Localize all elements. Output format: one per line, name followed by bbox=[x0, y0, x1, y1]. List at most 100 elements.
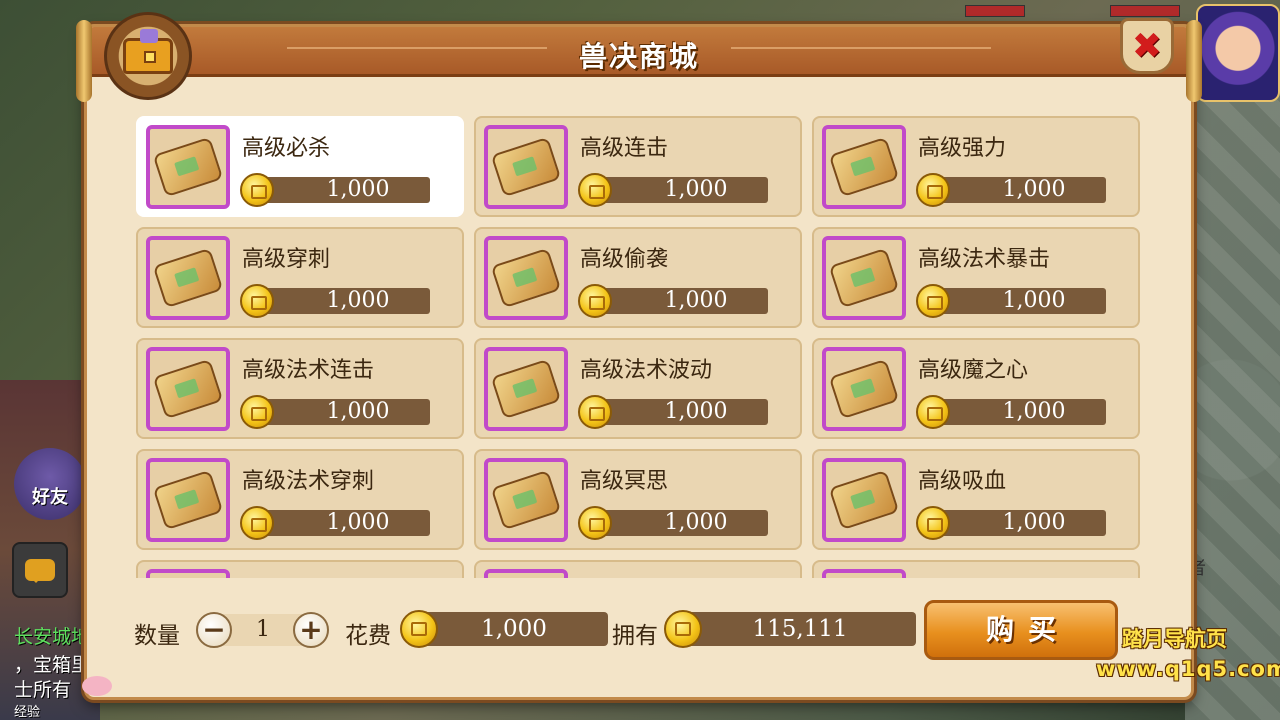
quantity-value[interactable]: 1 bbox=[228, 614, 298, 646]
shop-item-card[interactable] bbox=[812, 560, 1140, 578]
chat-button[interactable] bbox=[12, 542, 68, 598]
skill-book-icon-frame bbox=[822, 125, 906, 209]
item-price: 1,000 bbox=[940, 510, 1106, 536]
minus-icon: − bbox=[202, 613, 226, 646]
gold-coin-icon bbox=[916, 284, 950, 318]
scroll-icon bbox=[152, 136, 224, 198]
item-price: 1,000 bbox=[940, 399, 1106, 425]
owned-label: 拥有 bbox=[612, 623, 658, 649]
shop-item-card[interactable]: 高级法术波动 1,000 bbox=[474, 338, 802, 439]
decrease-quantity-button[interactable]: − bbox=[196, 612, 232, 648]
close-button[interactable]: ✖ bbox=[1120, 18, 1174, 74]
item-list[interactable]: 高级必杀 1,000 高级连击 1,000 高级强力 1,000 高级穿刺 1,000 高级偷袭… bbox=[136, 116, 1144, 578]
shop-item-card[interactable]: 高级穿刺 1,000 bbox=[136, 227, 464, 328]
flower-ornament bbox=[82, 676, 112, 696]
pet-hp-bar bbox=[1110, 5, 1180, 17]
item-price: 1,000 bbox=[264, 399, 430, 425]
shop-item-card[interactable]: 高级必杀 1,000 bbox=[136, 116, 464, 217]
gold-coin-icon bbox=[240, 506, 274, 540]
buy-button[interactable]: 购买 bbox=[924, 600, 1118, 660]
item-name: 高级强力 bbox=[918, 136, 1007, 161]
close-icon: ✖ bbox=[1131, 25, 1163, 67]
gold-coin-icon bbox=[240, 395, 274, 429]
quantity-label: 数量 bbox=[134, 623, 180, 649]
scroll-icon bbox=[490, 469, 562, 531]
panel-header: 兽决商城 bbox=[87, 27, 1191, 77]
skill-book-icon-frame bbox=[484, 236, 568, 320]
plus-icon: + bbox=[299, 613, 323, 646]
scroll-icon bbox=[152, 358, 224, 420]
treasure-chest-icon bbox=[104, 12, 192, 100]
scroll-icon bbox=[828, 136, 900, 198]
item-name: 高级法术暴击 bbox=[918, 247, 1051, 272]
skill-book-icon-frame bbox=[484, 569, 568, 578]
item-name: 高级穿刺 bbox=[242, 247, 331, 272]
scroll-icon bbox=[828, 469, 900, 531]
chat-bubble-icon bbox=[25, 559, 55, 583]
skill-book-icon-frame bbox=[484, 347, 568, 431]
skill-book-icon-frame bbox=[146, 569, 230, 578]
item-price: 1,000 bbox=[264, 288, 430, 314]
item-name: 高级必杀 bbox=[242, 136, 331, 161]
increase-quantity-button[interactable]: + bbox=[293, 612, 329, 648]
item-name: 高级冥思 bbox=[580, 469, 669, 494]
friends-button[interactable]: 好友 bbox=[14, 448, 86, 520]
shop-item-card[interactable]: 高级强力 1,000 bbox=[812, 116, 1140, 217]
gold-coin-icon bbox=[578, 395, 612, 429]
item-price: 1,000 bbox=[602, 399, 768, 425]
shop-item-card[interactable] bbox=[474, 560, 802, 578]
scroll-icon bbox=[490, 136, 562, 198]
gold-coin-icon bbox=[578, 506, 612, 540]
item-name: 高级法术连击 bbox=[242, 358, 375, 383]
shop-item-card[interactable]: 高级法术暴击 1,000 bbox=[812, 227, 1140, 328]
item-price: 1,000 bbox=[602, 510, 768, 536]
item-name: 高级连击 bbox=[580, 136, 669, 161]
item-price: 1,000 bbox=[264, 177, 430, 203]
friends-label: 好友 bbox=[32, 487, 68, 508]
scroll-icon bbox=[152, 469, 224, 531]
scroll-rod-left bbox=[76, 20, 92, 102]
owned-value: 115,111 bbox=[684, 612, 916, 646]
hp-bar bbox=[965, 5, 1025, 17]
skill-book-icon-frame bbox=[484, 125, 568, 209]
item-price: 1,000 bbox=[264, 510, 430, 536]
skill-book-icon-frame bbox=[146, 236, 230, 320]
skill-book-icon-frame bbox=[822, 347, 906, 431]
watermark-url: www.q1q5.com bbox=[1096, 657, 1280, 681]
gold-coin-icon bbox=[578, 173, 612, 207]
player-avatar[interactable] bbox=[1196, 4, 1280, 102]
cost-label: 花费 bbox=[345, 623, 391, 649]
chat-line: 经验 bbox=[14, 705, 41, 720]
gold-coin-icon bbox=[916, 395, 950, 429]
skill-book-icon-frame bbox=[146, 125, 230, 209]
item-grid: 高级必杀 1,000 高级连击 1,000 高级强力 1,000 高级穿刺 1,000 高级偷袭… bbox=[136, 116, 1144, 578]
item-name: 高级魔之心 bbox=[918, 358, 1029, 383]
gold-coin-icon bbox=[400, 610, 438, 648]
shop-item-card[interactable]: 高级法术穿刺 1,000 bbox=[136, 449, 464, 550]
item-name: 高级偷袭 bbox=[580, 247, 669, 272]
shop-item-card[interactable]: 高级吸血 1,000 bbox=[812, 449, 1140, 550]
skill-book-icon-frame bbox=[822, 569, 906, 578]
gold-coin-icon bbox=[916, 506, 950, 540]
item-price: 1,000 bbox=[602, 288, 768, 314]
gold-coin-icon bbox=[240, 173, 274, 207]
chest-icon bbox=[123, 29, 173, 74]
shop-item-card[interactable] bbox=[136, 560, 464, 578]
scroll-icon bbox=[828, 358, 900, 420]
item-price: 1,000 bbox=[602, 177, 768, 203]
shop-item-card[interactable]: 高级偷袭 1,000 bbox=[474, 227, 802, 328]
scroll-icon bbox=[828, 247, 900, 309]
gold-coin-icon bbox=[578, 284, 612, 318]
page-title: 兽决商城 bbox=[578, 40, 699, 73]
item-name: 高级法术穿刺 bbox=[242, 469, 375, 494]
scroll-rod-right bbox=[1186, 20, 1202, 102]
gold-coin-icon bbox=[664, 610, 702, 648]
gold-coin-icon bbox=[240, 284, 274, 318]
shop-item-card[interactable]: 高级冥思 1,000 bbox=[474, 449, 802, 550]
skill-book-icon-frame bbox=[146, 458, 230, 542]
shop-item-card[interactable]: 高级法术连击 1,000 bbox=[136, 338, 464, 439]
shop-item-card[interactable]: 高级魔之心 1,000 bbox=[812, 338, 1140, 439]
skill-book-icon-frame bbox=[822, 458, 906, 542]
shop-item-card[interactable]: 高级连击 1,000 bbox=[474, 116, 802, 217]
scroll-icon bbox=[490, 247, 562, 309]
